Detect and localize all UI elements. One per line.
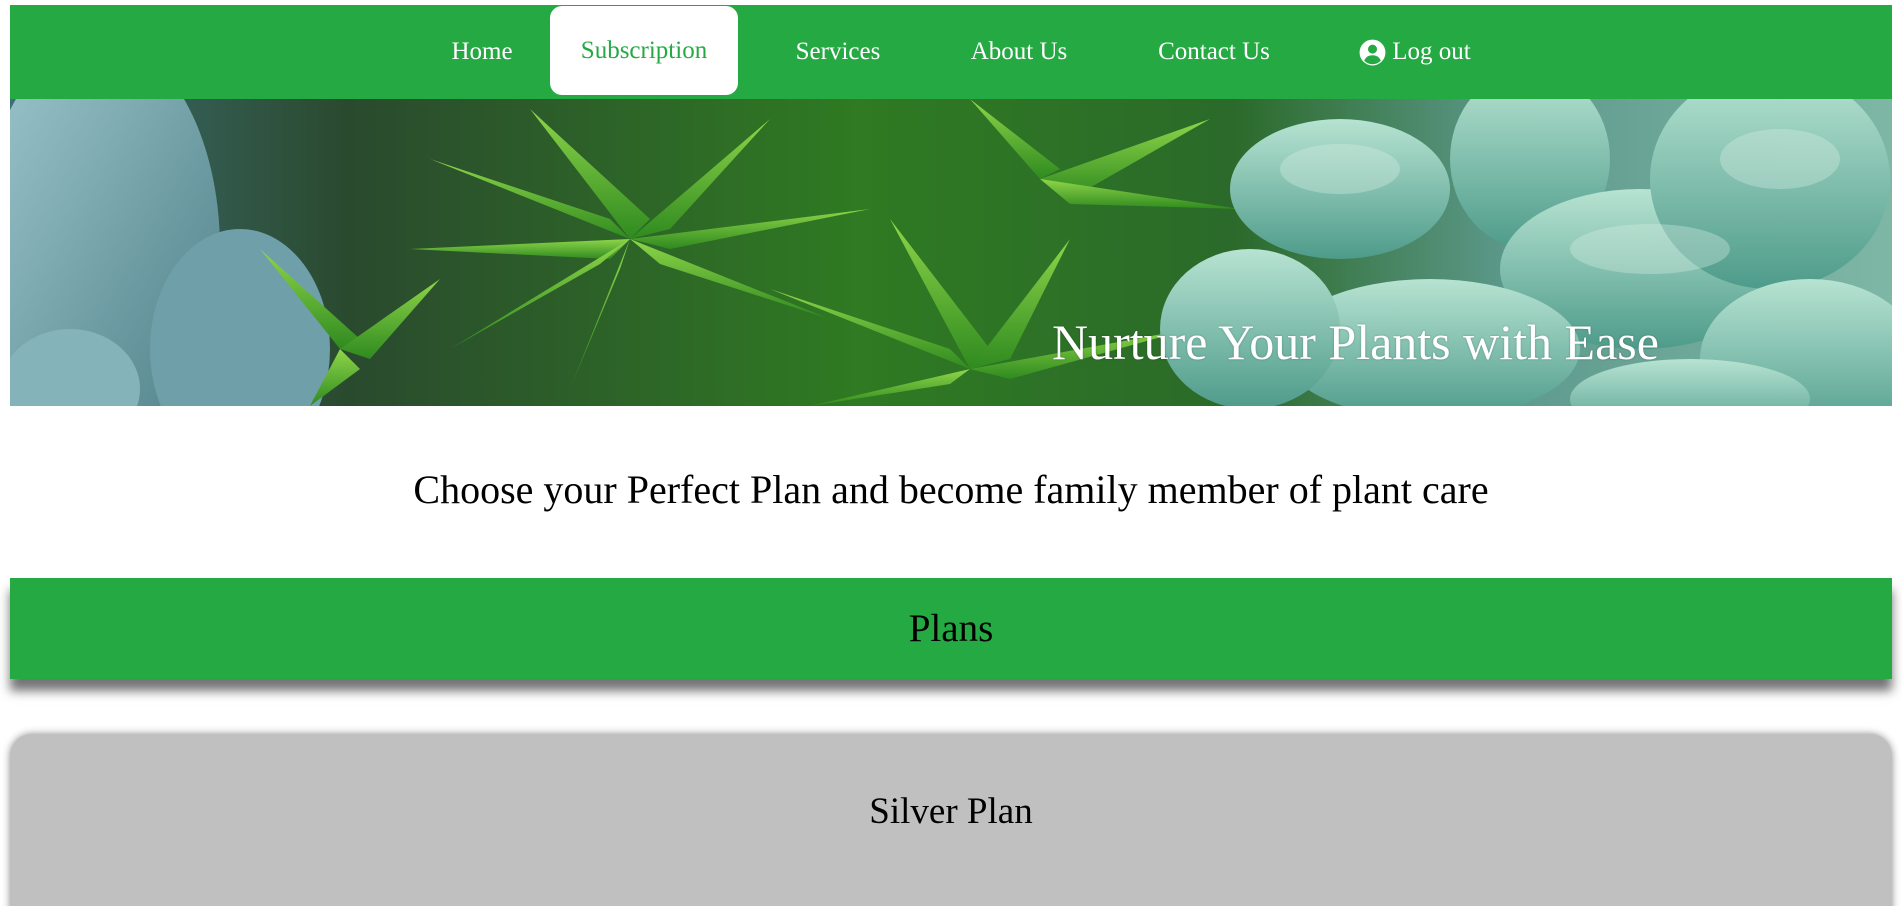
plan-tagline: Choose your Perfect Plan and become fami… xyxy=(413,467,1489,512)
nav-subscription-link[interactable]: Subscription xyxy=(550,6,738,95)
nav-subscription-label: Subscription xyxy=(580,36,708,64)
page: Home Subscription Services About Us Cont… xyxy=(0,0,1902,906)
nav-about-label: About Us xyxy=(970,38,1068,65)
nav-logout-label: Log out xyxy=(1392,38,1471,65)
plans-header-bar: Plans xyxy=(10,578,1892,679)
nav-about-link[interactable]: About Us xyxy=(948,5,1090,99)
user-circle-icon xyxy=(1359,39,1386,66)
silver-plan-card[interactable]: Silver Plan xyxy=(10,734,1892,906)
nav-home-link[interactable]: Home xyxy=(430,5,534,99)
nav-contact-link[interactable]: Contact Us xyxy=(1134,5,1294,99)
nav-contact-label: Contact Us xyxy=(1158,38,1270,65)
silver-plan-title: Silver Plan xyxy=(869,791,1033,832)
nav-services-label: Services xyxy=(795,38,881,65)
top-navbar: Home Subscription Services About Us Cont… xyxy=(10,5,1892,99)
hero-title: Nurture Your Plants with Ease xyxy=(1052,314,1659,370)
nav-home-label: Home xyxy=(451,38,513,65)
hero-banner: Nurture Your Plants with Ease xyxy=(10,99,1892,406)
nav-logout-link[interactable]: Log out xyxy=(1335,5,1495,99)
plans-heading: Plans xyxy=(908,607,994,650)
nav-services-link[interactable]: Services xyxy=(767,5,909,99)
